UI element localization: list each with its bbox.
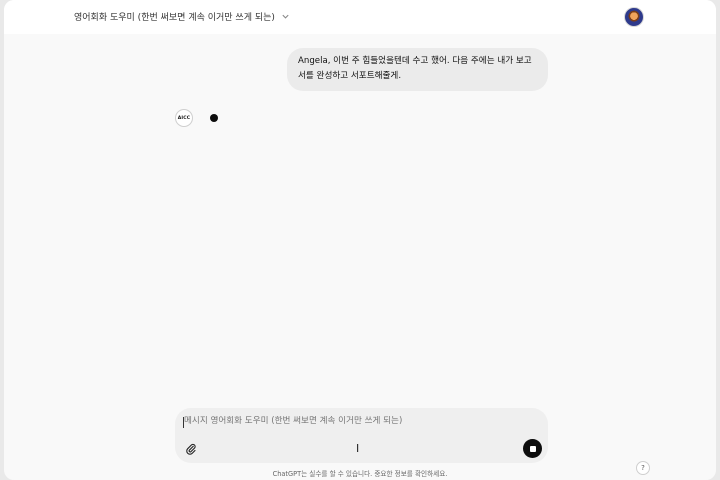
chat-window: 영어회화 도우미 (한번 써보면 계속 이거만 쓰게 되는) Angela, 이…: [4, 0, 716, 480]
model-title: 영어회화 도우미 (한번 써보면 계속 이거만 쓰게 되는): [74, 13, 275, 23]
paperclip-icon: [186, 443, 196, 455]
user-avatar[interactable]: [624, 7, 644, 27]
assistant-message-row: AICC: [175, 109, 218, 127]
help-button[interactable]: ?: [636, 461, 650, 475]
user-message-bubble: Angela, 이번 주 힘들었을텐데 수고 했어. 다음 주에는 내가 보고서…: [287, 48, 548, 91]
i-beam-cursor-icon: Ι: [356, 442, 360, 455]
message-composer: Ι: [175, 408, 548, 463]
assistant-avatar: AICC: [175, 109, 193, 127]
text-caret: [183, 417, 184, 428]
conversation-area: Angela, 이번 주 힘들었을텐데 수고 했어. 다음 주에는 내가 보고서…: [4, 34, 716, 420]
attach-button[interactable]: [183, 441, 199, 457]
stop-generating-button[interactable]: [523, 439, 542, 458]
model-selector[interactable]: 영어회화 도우미 (한번 써보면 계속 이거만 쓰게 되는): [74, 10, 290, 23]
disclaimer-text: ChatGPT는 실수를 할 수 있습니다. 중요한 정보를 확인하세요.: [272, 470, 448, 478]
message-input[interactable]: [184, 416, 524, 426]
top-bar: 영어회화 도우미 (한번 써보면 계속 이거만 쓰게 되는): [4, 0, 716, 34]
typing-indicator: [210, 114, 218, 122]
stop-icon: [529, 445, 536, 452]
chevron-down-icon: [282, 14, 289, 19]
